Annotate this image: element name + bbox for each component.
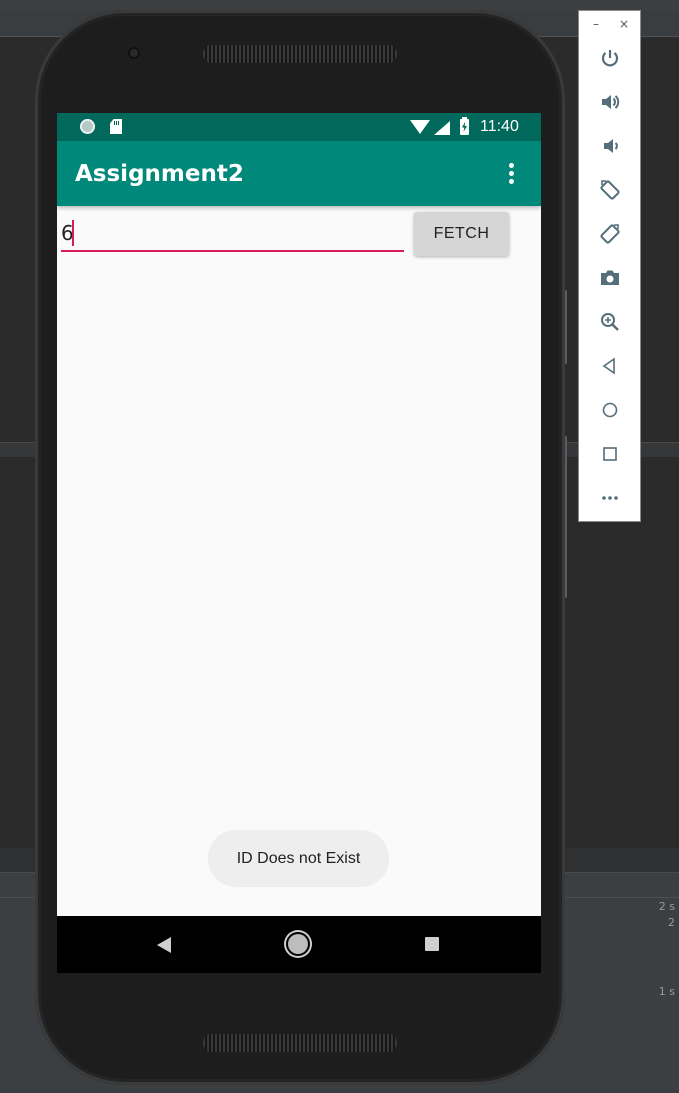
toast-message: ID Does not Exist	[208, 830, 389, 887]
signal-icon	[434, 121, 450, 135]
power-icon[interactable]	[599, 47, 621, 69]
back-icon[interactable]	[599, 355, 621, 377]
top-speaker	[203, 45, 397, 63]
id-input[interactable]	[61, 216, 404, 252]
home-icon[interactable]	[599, 399, 621, 421]
nav-home-icon[interactable]	[288, 934, 308, 954]
status-bar: 11:40	[57, 113, 541, 141]
camera-icon[interactable]	[599, 267, 621, 289]
volume-up-icon[interactable]	[599, 91, 621, 113]
emulator-toolbar: – ×	[578, 10, 641, 522]
overview-icon[interactable]	[599, 443, 621, 465]
app-title: Assignment2	[75, 161, 244, 187]
zoom-icon[interactable]	[599, 311, 621, 333]
volume-down-icon[interactable]	[599, 135, 621, 157]
ide-label: 2	[668, 916, 675, 929]
minimize-button[interactable]: –	[593, 17, 599, 31]
device-screen: 11:40 Assignment2 FETCH ID Does not Exis…	[57, 113, 541, 973]
bottom-speaker	[203, 1034, 397, 1052]
close-button[interactable]: ×	[619, 17, 629, 31]
text-cursor	[72, 220, 74, 246]
overflow-menu-icon[interactable]	[509, 163, 515, 185]
battery-icon	[460, 117, 469, 135]
ide-label: 2 s	[658, 900, 675, 913]
rotate-right-icon[interactable]	[599, 223, 621, 245]
sd-card-icon	[110, 119, 122, 134]
fetch-button[interactable]: FETCH	[414, 212, 509, 256]
notification-icon	[80, 119, 95, 134]
ide-label: 1 s	[658, 985, 675, 998]
wifi-icon	[410, 120, 430, 134]
navigation-bar	[57, 916, 541, 973]
nav-back-icon[interactable]	[157, 937, 171, 953]
status-time: 11:40	[480, 118, 519, 135]
front-camera	[128, 47, 140, 59]
nav-recents-icon[interactable]	[425, 937, 439, 951]
app-bar: Assignment2	[57, 141, 541, 206]
more-icon[interactable]	[599, 487, 621, 509]
rotate-left-icon[interactable]	[599, 179, 621, 201]
